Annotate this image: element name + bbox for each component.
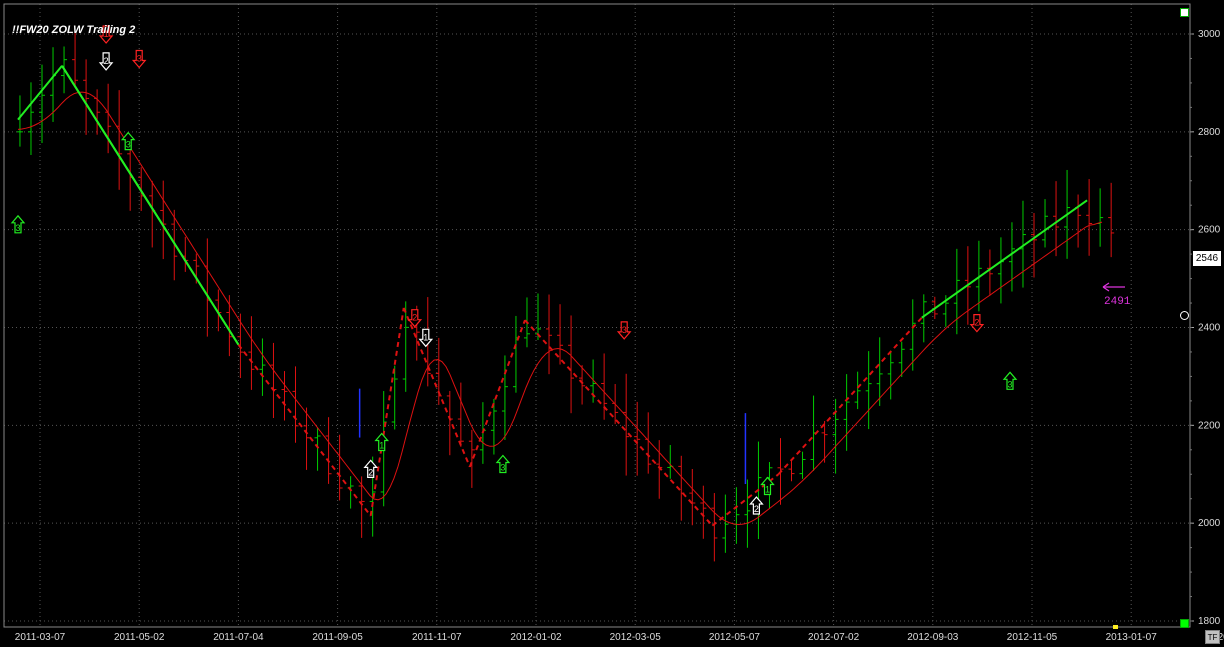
signal-arrow-down: 3 bbox=[616, 321, 632, 340]
zigzag-layer bbox=[17, 65, 1088, 527]
signal-label: 2 bbox=[104, 56, 109, 66]
signal-arrow-up: 3 bbox=[120, 131, 136, 151]
signal-label: 3 bbox=[15, 223, 20, 233]
signal-arrow-down: 2 bbox=[98, 52, 114, 71]
zigzag-segment bbox=[237, 344, 372, 517]
annotation-layer: 2491 bbox=[1102, 282, 1131, 629]
y-tick-label: 1800 bbox=[1198, 616, 1221, 627]
x-tick-label: 2012-07-02 bbox=[808, 632, 860, 643]
x-tick-label: 2011-09-05 bbox=[312, 632, 363, 643]
zigzag-segment bbox=[17, 65, 63, 121]
annotation-value: 2491 bbox=[1104, 296, 1131, 308]
signal-arrow-up: 3 bbox=[1002, 371, 1018, 390]
price-chart[interactable]: 312 332121332123 300028002600240022002000… bbox=[0, 0, 1224, 647]
timeframe-button[interactable]: TF bbox=[1205, 630, 1220, 644]
y-tick-label: 2400 bbox=[1198, 323, 1221, 334]
signal-arrow-up: 2 bbox=[363, 459, 379, 478]
zigzag-segment bbox=[369, 307, 405, 516]
price-bars bbox=[16, 30, 1115, 562]
x-tick-label: 2013-01-07 bbox=[1106, 632, 1158, 643]
signal-arrow-down: 1 bbox=[418, 328, 434, 348]
signal-label: 2 bbox=[974, 318, 979, 328]
plot-frame bbox=[3, 3, 1191, 628]
signal-label: 3 bbox=[500, 463, 505, 473]
grid-lines bbox=[4, 4, 1190, 627]
signal-label: 3 bbox=[126, 140, 131, 150]
scroll-top-button[interactable] bbox=[1180, 8, 1189, 17]
zigzag-segment bbox=[468, 319, 526, 468]
signal-arrow-up: 3 bbox=[10, 214, 26, 234]
axes: 3000 2800 2600 2400 2200 2000 1800 2011-03-07 20… bbox=[3, 3, 1224, 643]
signal-arrow-up: 2 bbox=[749, 496, 764, 515]
zigzag-segment bbox=[61, 65, 240, 346]
current-date-marker bbox=[1113, 625, 1118, 629]
signal-arrows: 312 332121332123 bbox=[10, 25, 1018, 515]
x-tick-label: 2011-07-04 bbox=[213, 632, 264, 643]
x-tick-label: 2012-03-05 bbox=[610, 632, 662, 643]
signal-arrow-down: 2 bbox=[969, 314, 985, 333]
last-price-label: 2546 bbox=[1193, 251, 1221, 266]
signal-label: 3 bbox=[1007, 379, 1012, 389]
x-tick-label: 2011-11-07 bbox=[412, 632, 462, 643]
signal-arrow-down: 2 bbox=[407, 309, 423, 328]
y-tick-label: 3000 bbox=[1198, 29, 1221, 40]
signal-arrow-up: 1 bbox=[374, 432, 390, 452]
chart-title: !!FW20 ZOLW Trailing 2 bbox=[12, 24, 136, 36]
zigzag-segment bbox=[524, 319, 714, 527]
x-tick-label: 2012-05-07 bbox=[709, 632, 761, 643]
x-tick-label: 2011-05-02 bbox=[114, 632, 165, 643]
signal-label: 2 bbox=[368, 467, 373, 477]
y-tick-label: 2200 bbox=[1198, 420, 1221, 431]
signal-arrow-down: 3 bbox=[131, 49, 147, 69]
scroll-bottom-button[interactable] bbox=[1180, 619, 1189, 628]
y-tick-label: 2600 bbox=[1198, 225, 1221, 236]
signal-label: 2 bbox=[412, 313, 417, 323]
signal-label: 1 bbox=[423, 332, 428, 342]
signal-label: 1 bbox=[765, 485, 770, 495]
signal-arrow-up: 3 bbox=[495, 454, 511, 474]
zigzag-segment bbox=[921, 199, 1088, 319]
signal-label: 1 bbox=[379, 441, 384, 451]
y-tick-label: 2800 bbox=[1198, 127, 1221, 138]
y-tick-label: 2000 bbox=[1198, 518, 1221, 529]
signal-label: 3 bbox=[622, 325, 627, 335]
zigzag-segment bbox=[402, 307, 471, 468]
x-tick-label: 2012-09-03 bbox=[907, 632, 959, 643]
x-tick-label: 2012-01-02 bbox=[510, 632, 562, 643]
x-tick-label: 2011-03-07 bbox=[15, 632, 66, 643]
signal-label: 2 bbox=[754, 504, 759, 514]
price-marker-button[interactable] bbox=[1180, 311, 1189, 320]
x-tick-label: 2012-11-05 bbox=[1007, 632, 1058, 643]
signal-label: 3 bbox=[137, 54, 142, 64]
zigzag-segment bbox=[777, 317, 923, 475]
